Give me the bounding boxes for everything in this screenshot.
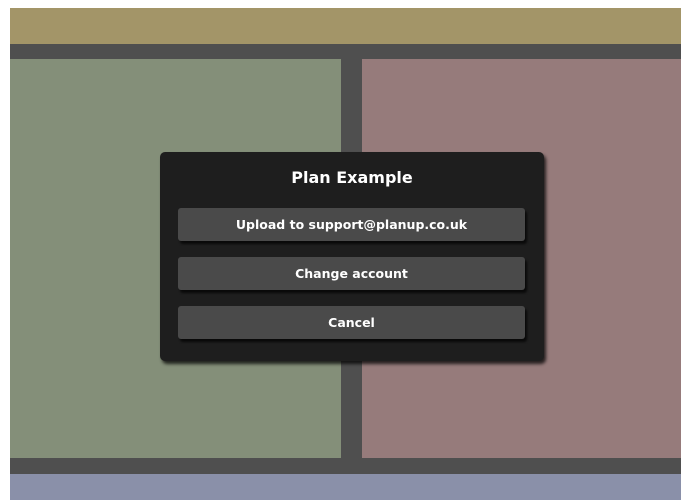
top-band xyxy=(10,8,681,44)
change-account-button[interactable]: Change account xyxy=(178,257,525,290)
upload-button[interactable]: Upload to support@planup.co.uk xyxy=(178,208,525,241)
share-dialog: Plan Example Upload to support@planup.co… xyxy=(160,152,544,361)
bottom-band xyxy=(10,474,681,500)
cancel-button[interactable]: Cancel xyxy=(178,306,525,339)
dialog-title: Plan Example xyxy=(291,168,413,187)
